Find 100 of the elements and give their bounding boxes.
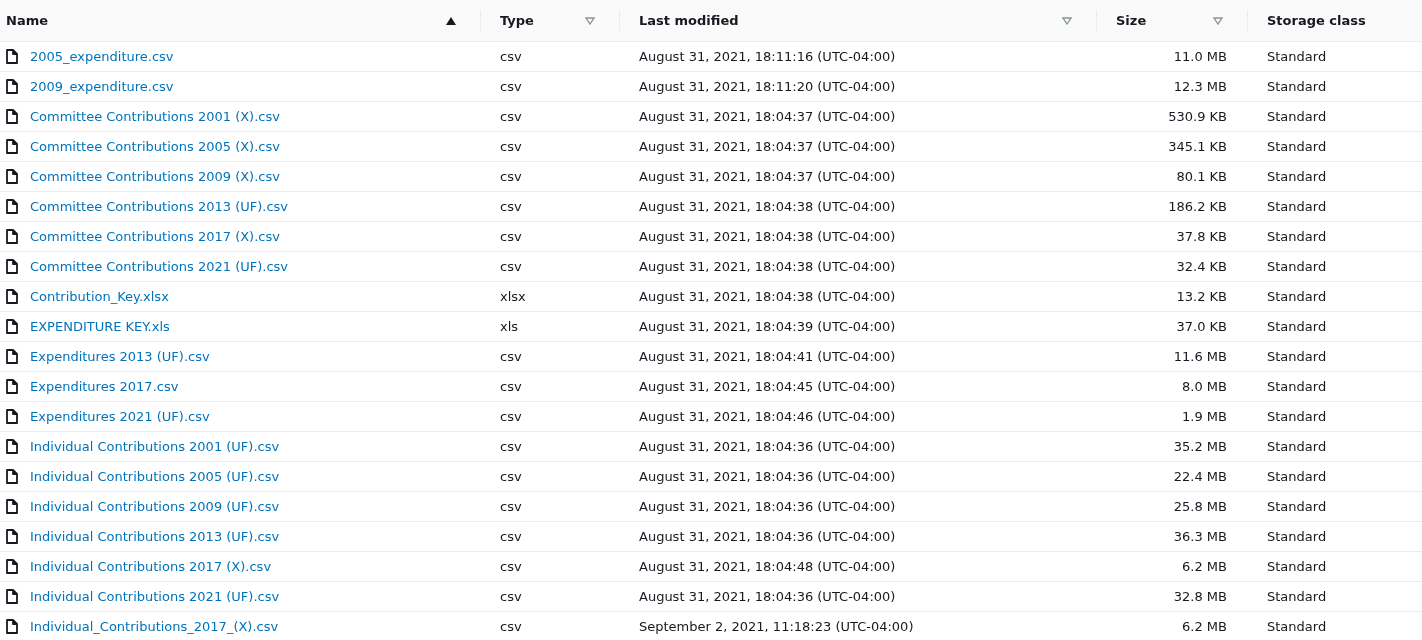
table-cell: csv: [500, 469, 522, 484]
table-cell: Standard: [1267, 499, 1327, 514]
file-icon: [6, 469, 18, 484]
table-cell: 12.3 MB: [1173, 79, 1227, 94]
file-link[interactable]: Contribution_Key.xlsx: [30, 289, 169, 304]
table-cell: August 31, 2021, 18:04:41 (UTC-04:00): [639, 349, 896, 364]
table-cell: August 31, 2021, 18:04:36 (UTC-04:00): [639, 439, 896, 454]
table-cell: August 31, 2021, 18:04:37 (UTC-04:00): [639, 169, 896, 184]
table-cell: 8.0 MB: [1182, 379, 1227, 394]
file-link[interactable]: Expenditures 2017.csv: [30, 379, 179, 394]
table-cell: xls: [500, 319, 519, 334]
table-cell: Standard: [1267, 619, 1327, 634]
file-icon: [6, 289, 18, 304]
file-icon: [6, 199, 18, 214]
sort-icon[interactable]: [585, 16, 595, 25]
table-cell: 6.2 MB: [1182, 559, 1227, 574]
sort-icon[interactable]: [1213, 16, 1223, 25]
table-cell: csv: [500, 409, 522, 424]
table-cell: August 31, 2021, 18:04:37 (UTC-04:00): [639, 109, 896, 124]
table-cell: Standard: [1267, 529, 1327, 544]
file-link[interactable]: Individual Contributions 2001 (UF).csv: [30, 439, 280, 454]
file-link[interactable]: Individual Contributions 2009 (UF).csv: [30, 499, 280, 514]
table-cell: csv: [500, 79, 522, 94]
file-icon: [6, 259, 18, 274]
column-header[interactable]: Storage class: [1267, 13, 1410, 28]
table-cell: csv: [500, 589, 522, 604]
table-cell: August 31, 2021, 18:04:36 (UTC-04:00): [639, 469, 896, 484]
table-cell: 530.9 KB: [1168, 109, 1227, 124]
file-icon: [6, 229, 18, 244]
column-header[interactable]: Size: [1116, 13, 1213, 28]
table-cell: August 31, 2021, 18:04:39 (UTC-04:00): [639, 319, 896, 334]
table-cell: August 31, 2021, 18:04:36 (UTC-04:00): [639, 499, 896, 514]
table-cell: csv: [500, 499, 522, 514]
file-link[interactable]: EXPENDITURE KEY.xls: [30, 319, 170, 334]
table-cell: August 31, 2021, 18:04:36 (UTC-04:00): [639, 529, 896, 544]
table-cell: Standard: [1267, 79, 1327, 94]
table-cell: Standard: [1267, 109, 1327, 124]
file-icon: [6, 109, 18, 124]
file-icon: [6, 499, 18, 514]
table-cell: August 31, 2021, 18:04:38 (UTC-04:00): [639, 199, 896, 214]
table-cell: Standard: [1267, 229, 1327, 244]
sort-ascending-icon[interactable]: [446, 16, 456, 25]
table-cell: Standard: [1267, 409, 1327, 424]
file-link[interactable]: Expenditures 2013 (UF).csv: [30, 349, 210, 364]
file-link[interactable]: Committee Contributions 2013 (UF).csv: [30, 199, 288, 214]
file-icon: [6, 559, 18, 574]
table-cell: Standard: [1267, 259, 1327, 274]
table-cell: 6.2 MB: [1182, 619, 1227, 634]
table-cell: csv: [500, 139, 522, 154]
file-link[interactable]: Individual Contributions 2021 (UF).csv: [30, 589, 280, 604]
table-cell: csv: [500, 349, 522, 364]
file-link[interactable]: Committee Contributions 2001 (X).csv: [30, 109, 280, 124]
table-cell: 80.1 KB: [1176, 169, 1227, 184]
table-cell: 11.0 MB: [1173, 49, 1227, 64]
file-icon: [6, 79, 18, 94]
table-cell: csv: [500, 169, 522, 184]
column-header[interactable]: Name: [6, 13, 446, 28]
table-cell: Standard: [1267, 169, 1327, 184]
file-icon: [6, 49, 18, 64]
table-cell: 32.8 MB: [1173, 589, 1227, 604]
file-link[interactable]: Individual Contributions 2013 (UF).csv: [30, 529, 280, 544]
table-cell: Standard: [1267, 379, 1327, 394]
sort-icon[interactable]: [1062, 16, 1072, 25]
file-icon: [6, 439, 18, 454]
file-link[interactable]: Committee Contributions 2021 (UF).csv: [30, 259, 288, 274]
table-cell: Standard: [1267, 559, 1327, 574]
table-cell: csv: [500, 49, 522, 64]
file-link[interactable]: Expenditures 2021 (UF).csv: [30, 409, 210, 424]
table-cell: 13.2 KB: [1176, 289, 1227, 304]
table-cell: Standard: [1267, 139, 1327, 154]
table-cell: Standard: [1267, 439, 1327, 454]
table-cell: August 31, 2021, 18:04:46 (UTC-04:00): [639, 409, 896, 424]
file-icon: [6, 529, 18, 544]
table-cell: 37.8 KB: [1176, 229, 1227, 244]
file-link[interactable]: Committee Contributions 2009 (X).csv: [30, 169, 280, 184]
file-link[interactable]: Individual_Contributions_2017_(X).csv: [30, 619, 279, 634]
file-link[interactable]: 2009_expenditure.csv: [30, 79, 174, 94]
table-cell: csv: [500, 109, 522, 124]
table-cell: August 31, 2021, 18:04:45 (UTC-04:00): [639, 379, 896, 394]
file-link[interactable]: 2005_expenditure.csv: [30, 49, 174, 64]
table-cell: Standard: [1267, 589, 1327, 604]
table-cell: September 2, 2021, 11:18:23 (UTC-04:00): [639, 619, 914, 634]
file-icon: [6, 169, 18, 184]
table-cell: csv: [500, 559, 522, 574]
table-cell: Standard: [1267, 349, 1327, 364]
table-cell: csv: [500, 229, 522, 244]
table-cell: August 31, 2021, 18:04:38 (UTC-04:00): [639, 259, 896, 274]
table-cell: Standard: [1267, 319, 1327, 334]
table-cell: 1.9 MB: [1182, 409, 1227, 424]
file-link[interactable]: Committee Contributions 2005 (X).csv: [30, 139, 280, 154]
table-cell: August 31, 2021, 18:11:16 (UTC-04:00): [639, 49, 896, 64]
table-cell: csv: [500, 379, 522, 394]
table-cell: August 31, 2021, 18:11:20 (UTC-04:00): [639, 79, 896, 94]
column-header[interactable]: Type: [500, 13, 585, 28]
table-cell: 35.2 MB: [1173, 439, 1227, 454]
file-link[interactable]: Committee Contributions 2017 (X).csv: [30, 229, 280, 244]
column-header[interactable]: Last modified: [639, 13, 1062, 28]
table-cell: August 31, 2021, 18:04:37 (UTC-04:00): [639, 139, 896, 154]
file-link[interactable]: Individual Contributions 2005 (UF).csv: [30, 469, 280, 484]
file-link[interactable]: Individual Contributions 2017 (X).csv: [30, 559, 272, 574]
